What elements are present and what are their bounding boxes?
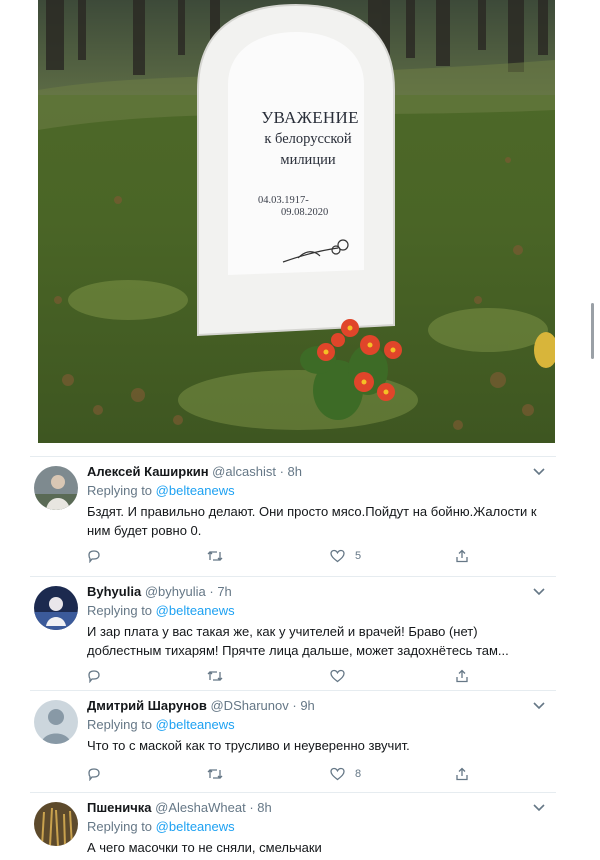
- replying-to-label: Replying to: [87, 717, 153, 732]
- retweet-icon: [207, 551, 223, 561]
- tweet-reply[interactable]: Дмитрий Шарунов @DSharunov · 9h Replying…: [30, 690, 556, 791]
- reply-button[interactable]: [87, 669, 101, 683]
- avatar[interactable]: [34, 586, 78, 630]
- like-count: 5: [355, 550, 362, 562]
- retweet-icon: [207, 769, 223, 779]
- photo-avatar-icon: [34, 586, 78, 630]
- tweet-reply[interactable]: Алексей Каширкин @alcashist · 8h Replyin…: [30, 456, 556, 577]
- tweet-time[interactable]: 8h: [288, 464, 302, 479]
- replying-to-label: Replying to: [87, 603, 153, 618]
- like-button[interactable]: 8: [330, 767, 361, 781]
- tweet-photo[interactable]: УВАЖЕНИЕ к белорусской милиции 04.03.191…: [38, 0, 555, 443]
- retweet-button[interactable]: [207, 669, 223, 683]
- retweet-icon: [207, 671, 223, 681]
- like-count: 8: [355, 768, 362, 780]
- author-name[interactable]: Дмитрий Шарунов: [87, 698, 207, 713]
- replying-to-label: Replying to: [87, 483, 153, 498]
- share-icon: [456, 549, 468, 563]
- tweet-text: И зар плата у вас такая же, как у учител…: [87, 624, 509, 658]
- author-name[interactable]: Byhyulia: [87, 584, 141, 599]
- like-button[interactable]: [330, 669, 355, 683]
- heart-icon: [330, 549, 345, 563]
- avatar[interactable]: [34, 466, 78, 510]
- author-name[interactable]: Алексей Каширкин: [87, 464, 209, 479]
- reply-icon: [88, 550, 100, 563]
- tweet-text: Бздят. И правильно делают. Они просто мя…: [87, 504, 537, 538]
- chevron-down-icon[interactable]: [532, 700, 546, 710]
- heart-icon: [330, 669, 345, 683]
- tweet-text: А чего масочки то не сняли, смельчаки: [87, 840, 322, 855]
- heart-icon: [330, 767, 345, 781]
- reply-button[interactable]: [87, 549, 101, 563]
- reply-icon: [88, 670, 100, 683]
- reply-icon: [88, 768, 100, 781]
- author-name[interactable]: Пшеничка: [87, 800, 152, 815]
- tweet-time[interactable]: 9h: [300, 698, 314, 713]
- tweet-reply[interactable]: Byhyulia @byhyulia · 7h Replying to @bel…: [30, 576, 556, 689]
- chevron-down-icon[interactable]: [532, 802, 546, 812]
- share-button[interactable]: [455, 549, 469, 563]
- cemetery-photo: [38, 0, 555, 443]
- tweet-reply[interactable]: Пшеничка @AleshaWheat · 8h Replying to @…: [30, 792, 556, 860]
- avatar[interactable]: [34, 700, 78, 744]
- share-button[interactable]: [455, 669, 469, 683]
- replying-to-mention[interactable]: @belteanews: [156, 483, 235, 498]
- author-handle[interactable]: @DSharunov: [210, 698, 288, 713]
- tweet-time[interactable]: 7h: [217, 584, 231, 599]
- separator-dot: ·: [249, 800, 254, 815]
- chevron-down-icon[interactable]: [532, 466, 546, 476]
- retweet-button[interactable]: [207, 549, 223, 563]
- author-handle[interactable]: @AleshaWheat: [155, 800, 246, 815]
- photo-avatar-icon: [34, 466, 78, 510]
- replying-to-mention[interactable]: @belteanews: [156, 819, 235, 834]
- author-handle[interactable]: @alcashist: [212, 464, 276, 479]
- separator-dot: ·: [292, 698, 297, 713]
- photo-avatar-icon: [34, 802, 78, 846]
- replying-to-label: Replying to: [87, 819, 153, 834]
- retweet-button[interactable]: [207, 767, 223, 781]
- replying-to-mention[interactable]: @belteanews: [156, 717, 235, 732]
- share-icon: [456, 669, 468, 683]
- reply-button[interactable]: [87, 767, 101, 781]
- separator-dot: ·: [209, 584, 214, 599]
- scrollbar-thumb[interactable]: [591, 303, 594, 359]
- avatar[interactable]: [34, 802, 78, 846]
- tweet-text: Что то с маской как то трусливо и неувер…: [87, 738, 410, 753]
- replying-to-mention[interactable]: @belteanews: [156, 603, 235, 618]
- default-avatar-icon: [34, 700, 78, 744]
- like-button[interactable]: 5: [330, 549, 361, 563]
- separator-dot: ·: [279, 464, 284, 479]
- share-button[interactable]: [455, 767, 469, 781]
- tweet-time[interactable]: 8h: [257, 800, 271, 815]
- share-icon: [456, 767, 468, 781]
- chevron-down-icon[interactable]: [532, 586, 546, 596]
- author-handle[interactable]: @byhyulia: [145, 584, 206, 599]
